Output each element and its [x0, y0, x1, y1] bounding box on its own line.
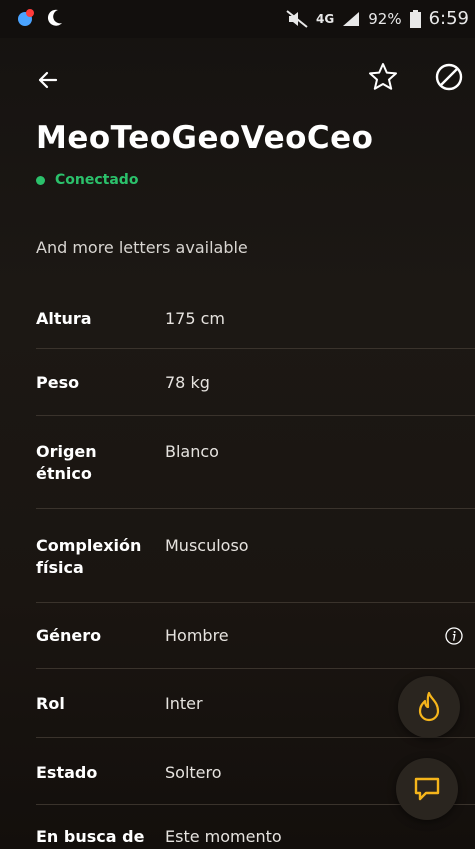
detail-label: Estado	[36, 763, 98, 782]
online-status-label: Conectado	[55, 172, 139, 188]
clock: 6:59	[428, 8, 469, 29]
online-status: Conectado	[36, 172, 138, 188]
detail-value: Musculoso	[165, 536, 249, 555]
detail-label: Altura	[36, 309, 92, 328]
battery-percent: 92%	[368, 9, 402, 28]
info-icon[interactable]	[444, 626, 464, 646]
arrow-left-icon[interactable]	[34, 64, 66, 96]
chat-icon	[414, 777, 440, 801]
divider	[36, 602, 475, 603]
divider	[36, 668, 475, 669]
divider	[36, 415, 475, 416]
mute-icon	[286, 9, 308, 28]
status-bar-left	[16, 8, 64, 28]
app-bar	[0, 60, 475, 100]
star-icon[interactable]	[366, 60, 400, 94]
detail-value: Este momento	[165, 827, 282, 846]
detail-value: Blanco	[165, 442, 219, 461]
flame-icon	[418, 691, 440, 722]
divider	[36, 348, 475, 349]
detail-label: Rol	[36, 694, 65, 713]
detail-label: Complexión física	[36, 536, 142, 577]
detail-label: Origen étnico	[36, 442, 97, 483]
divider	[36, 508, 475, 509]
status-bar-right: 4G 92% 6:59	[286, 8, 469, 29]
divider	[36, 737, 475, 738]
battery-icon	[409, 9, 421, 28]
detail-label: Género	[36, 626, 102, 645]
signal-icon	[343, 11, 360, 26]
block-icon[interactable]	[432, 60, 466, 94]
detail-label: En busca de	[36, 827, 145, 846]
detail-label: Peso	[36, 373, 80, 392]
status-bar: 4G 92% 6:59	[0, 0, 475, 38]
detail-value: Soltero	[165, 763, 222, 782]
moon-icon	[47, 9, 62, 26]
profile-name: MeoTeoGeoVeoCeo	[36, 120, 374, 156]
tap-button[interactable]	[398, 676, 460, 738]
chat-button[interactable]	[396, 758, 458, 820]
detail-value: Hombre	[165, 626, 229, 645]
network-type: 4G	[316, 11, 335, 26]
detail-value: Inter	[165, 694, 203, 713]
detail-value: 175 cm	[165, 309, 226, 328]
detail-value: 78 kg	[165, 373, 210, 392]
online-dot-icon	[36, 175, 45, 185]
app-notification-icon	[18, 9, 34, 26]
profile-about: And more letters available	[36, 238, 248, 257]
